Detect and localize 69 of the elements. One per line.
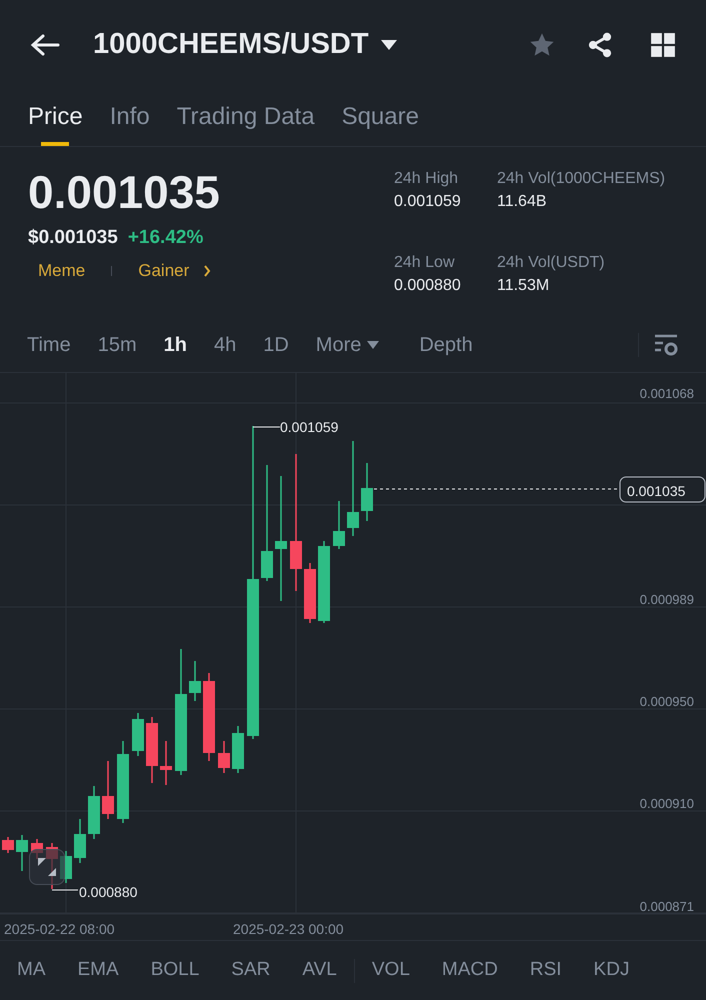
- stat-value: 11.64B: [497, 192, 548, 212]
- low-marker: 0.000880: [79, 884, 138, 900]
- y-axis-label: 0.000989: [640, 592, 694, 607]
- stat-label: 24h Low: [394, 252, 456, 272]
- indicator-tab[interactable]: EMA: [78, 956, 119, 985]
- x-axis-label: 2025-02-22 08:00: [4, 921, 115, 937]
- candle: [146, 717, 158, 783]
- tab[interactable]: Square: [342, 90, 419, 149]
- stat-value: 11.53M: [497, 276, 550, 296]
- stat-value: 0.000880: [394, 276, 462, 296]
- indicator-tab[interactable]: RSI: [530, 956, 562, 985]
- tab[interactable]: Trading Data: [176, 90, 315, 149]
- depth-tab[interactable]: Depth: [419, 330, 473, 360]
- candle: [304, 563, 316, 623]
- candle: [74, 819, 86, 863]
- interval-tab[interactable]: 1D: [263, 330, 289, 360]
- indicator-tab[interactable]: BOLL: [150, 956, 200, 985]
- price-change: +16.42%: [128, 226, 204, 250]
- candle: [102, 761, 114, 819]
- stat-label: 24h Vol(USDT): [497, 252, 606, 272]
- last-price-tag-text: 0.001035: [627, 483, 686, 499]
- expand-icon: [36, 856, 58, 878]
- indicator-tab[interactable]: SAR: [231, 956, 270, 985]
- y-axis-label: 0.000950: [640, 694, 694, 709]
- last-price: 0.001035: [28, 167, 221, 218]
- tab-underline: [41, 142, 70, 146]
- candle: [189, 661, 201, 701]
- caret-down-icon[interactable]: [380, 40, 397, 50]
- candle: [361, 463, 373, 521]
- stat-label: 24h High: [394, 169, 460, 189]
- grid-icon[interactable]: [650, 32, 676, 58]
- candle: [88, 786, 100, 839]
- indicator-tab[interactable]: VOL: [372, 956, 410, 985]
- interval-tab[interactable]: 1h: [164, 330, 187, 360]
- candle: [2, 837, 14, 853]
- candle: [333, 501, 345, 549]
- candle: [160, 741, 172, 785]
- chart-settings-icon[interactable]: [653, 333, 679, 357]
- candle: [16, 835, 28, 871]
- more-menu-button[interactable]: More: [316, 330, 380, 360]
- indicator-tab[interactable]: MACD: [442, 956, 498, 985]
- chevron-right-icon[interactable]: [203, 264, 212, 277]
- indicator-tab[interactable]: AVL: [302, 956, 337, 985]
- x-axis-label: 2025-02-23 00:00: [233, 921, 344, 937]
- stat-value: 0.001059: [394, 192, 462, 212]
- tag-link[interactable]: Gainer: [138, 258, 190, 284]
- leader-line: [252, 426, 280, 428]
- tab[interactable]: Info: [110, 90, 150, 149]
- back-arrow-icon[interactable]: [30, 33, 60, 57]
- candle: [218, 741, 230, 773]
- stat-label: 24h Vol(1000CHEEMS): [497, 169, 666, 189]
- interval-tab[interactable]: Time: [27, 330, 71, 360]
- usd-price: $0.001035: [28, 226, 118, 250]
- indicator-tab[interactable]: MA: [17, 956, 46, 985]
- y-axis-label: 0.000871: [640, 899, 694, 914]
- pair-title[interactable]: 1000CHEEMS/USDT: [93, 23, 369, 67]
- interval-tab[interactable]: 15m: [98, 330, 137, 360]
- fullscreen-button[interactable]: [29, 849, 65, 885]
- high-marker: 0.001059: [280, 419, 338, 435]
- interval-tab[interactable]: 4h: [214, 330, 236, 360]
- indicator-tab[interactable]: KDJ: [594, 956, 630, 985]
- share-icon[interactable]: [586, 31, 614, 59]
- tab[interactable]: Price: [28, 90, 83, 149]
- candle: [232, 726, 244, 773]
- y-axis-label: 0.001068: [640, 386, 694, 401]
- tag-link[interactable]: Meme: [38, 258, 86, 284]
- candle: [132, 713, 144, 756]
- caret-down-icon: [367, 341, 380, 349]
- y-axis-label: 0.000910: [640, 796, 694, 811]
